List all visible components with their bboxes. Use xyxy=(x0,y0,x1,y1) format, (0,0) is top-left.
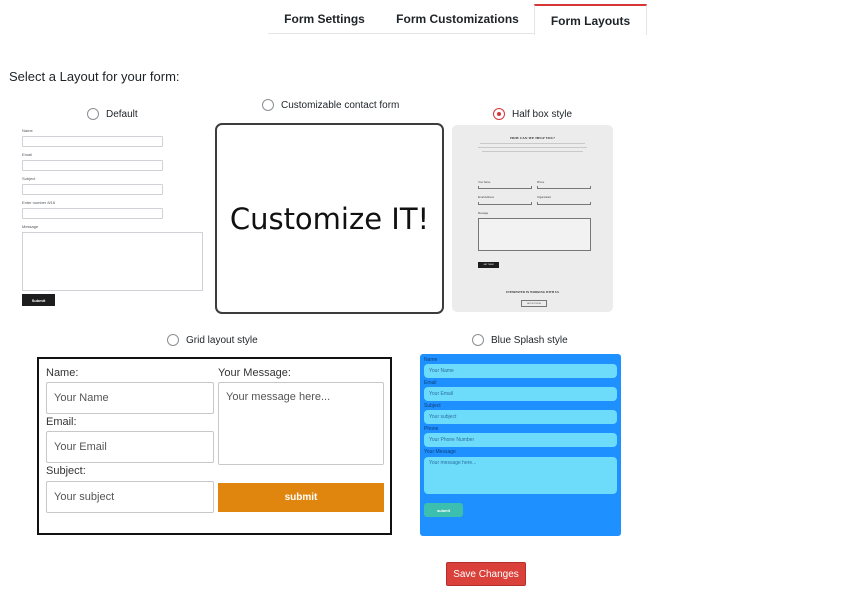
layout-option-bluesplash[interactable]: Blue Splash style xyxy=(472,334,568,346)
customizable-layout-preview[interactable]: Customize IT! xyxy=(215,123,444,314)
preview-textarea: Your message here... xyxy=(424,457,617,494)
grid-layout-preview[interactable]: Name: Your Name Email: Your Email Subjec… xyxy=(37,357,392,535)
halfbox-layout-preview[interactable]: HOW CAN WE HELP YOU? Your Name Phone Ema… xyxy=(452,125,613,312)
preview-input xyxy=(22,184,163,195)
layout-label-default: Default xyxy=(106,108,138,120)
preview-textarea: Your message here... xyxy=(218,382,384,465)
preview-input: Your Name xyxy=(46,382,214,414)
customize-preview-text: Customize IT! xyxy=(229,201,430,236)
preview-label: Your Message xyxy=(424,449,456,455)
preview-footer-button: GET IN TOUCH xyxy=(521,300,547,307)
preview-title: HOW CAN WE HELP YOU? xyxy=(510,136,555,140)
preview-input xyxy=(537,202,591,205)
preview-text-line xyxy=(478,147,587,148)
layout-option-default[interactable]: Default xyxy=(87,108,138,120)
preview-label: Phone xyxy=(537,181,545,184)
preview-label: Email xyxy=(22,152,33,157)
radio-customizable[interactable] xyxy=(262,99,274,111)
preview-label: Subject: xyxy=(46,465,86,477)
preview-label: Phone xyxy=(424,426,439,432)
preview-label: Subject xyxy=(22,176,36,181)
preview-text-line xyxy=(482,151,583,152)
preview-submit: submit xyxy=(424,503,463,517)
page-title: Select a Layout for your form: xyxy=(9,69,180,84)
tab-form-customizations[interactable]: Form Customizations xyxy=(381,4,534,34)
preview-label: Your Message: xyxy=(218,367,291,379)
preview-input: Your Email xyxy=(424,387,617,401)
preview-input: Your Name xyxy=(424,364,617,378)
preview-label: Enter number 8/16 xyxy=(22,200,56,205)
preview-input: Your subject xyxy=(46,481,214,513)
preview-textarea xyxy=(478,218,591,251)
preview-input xyxy=(478,186,532,189)
preview-text-line xyxy=(480,143,585,144)
preview-label: Message xyxy=(478,212,489,215)
preview-label: Subject xyxy=(424,403,441,409)
radio-default[interactable] xyxy=(87,108,99,120)
preview-input: Your Email xyxy=(46,431,214,463)
tab-bar: Form Settings Form Customizations Form L… xyxy=(268,4,647,35)
tab-form-layouts[interactable]: Form Layouts xyxy=(534,4,647,35)
radio-grid[interactable] xyxy=(167,334,179,346)
preview-label: Email xyxy=(424,380,437,386)
layout-option-grid[interactable]: Grid layout style xyxy=(167,334,258,346)
layout-label-bluesplash: Blue Splash style xyxy=(491,334,568,346)
preview-label: Name: xyxy=(46,367,79,379)
preview-input xyxy=(22,136,163,147)
layout-option-customizable[interactable]: Customizable contact form xyxy=(262,99,399,111)
default-layout-preview[interactable]: Name Email Subject Enter number 8/16 Mes… xyxy=(22,126,207,311)
radio-halfbox[interactable] xyxy=(493,108,505,120)
preview-label: Name xyxy=(424,357,438,363)
layout-label-grid: Grid layout style xyxy=(186,334,258,346)
preview-submit: submit xyxy=(218,483,384,512)
preview-submit: GET THEM xyxy=(478,262,499,268)
preview-input xyxy=(22,160,163,171)
preview-input xyxy=(478,202,532,205)
preview-input: Your subject xyxy=(424,410,617,424)
preview-label: Organization xyxy=(537,196,552,199)
save-changes-button[interactable]: Save Changes xyxy=(446,562,526,586)
preview-label: Email Address xyxy=(478,196,494,199)
bluesplash-layout-preview[interactable]: Name Your Name Email Your Email Subject … xyxy=(420,354,621,536)
preview-input xyxy=(22,208,163,219)
layout-label-halfbox: Half box style xyxy=(512,108,573,120)
preview-label: Name xyxy=(22,128,33,133)
radio-bluesplash[interactable] xyxy=(472,334,484,346)
layout-option-halfbox[interactable]: Half box style xyxy=(493,108,572,120)
preview-input: Your Phone Number xyxy=(424,433,617,447)
preview-footer: INTERESTED IN WORKING WITH US xyxy=(506,291,559,294)
layout-label-customizable: Customizable contact form xyxy=(281,99,400,111)
preview-label: Email: xyxy=(46,416,77,428)
preview-label: Your Name xyxy=(478,181,491,184)
preview-textarea xyxy=(22,232,203,291)
preview-submit: Submit xyxy=(22,294,55,306)
preview-input xyxy=(537,186,591,189)
tab-form-settings[interactable]: Form Settings xyxy=(268,4,381,34)
preview-label: Message xyxy=(22,224,39,229)
